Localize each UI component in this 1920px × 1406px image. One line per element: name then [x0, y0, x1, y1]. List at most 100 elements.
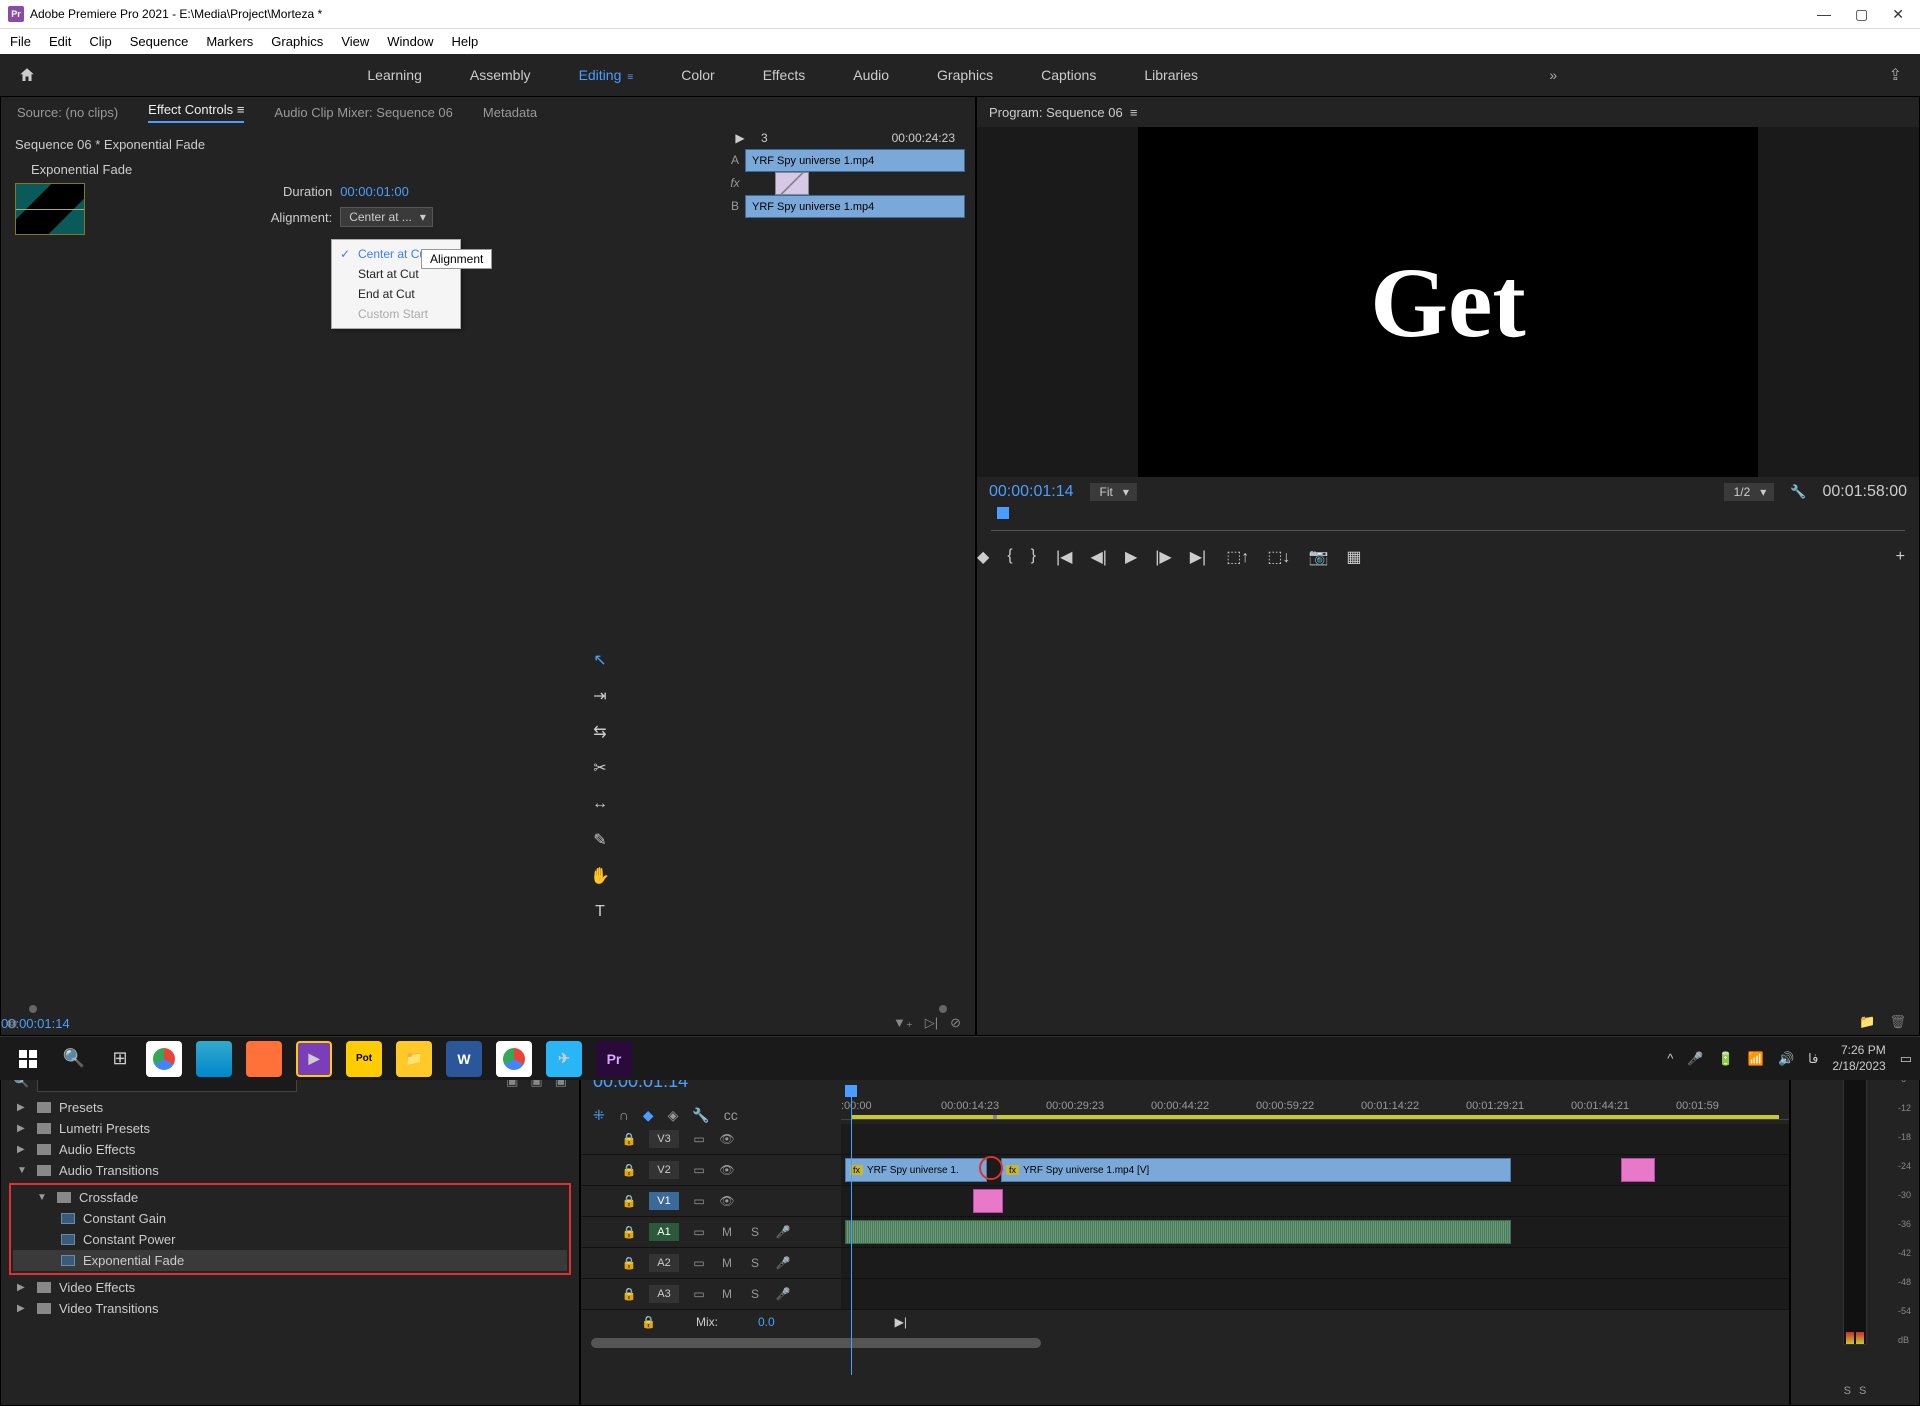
track-label-v1[interactable]: V1	[649, 1192, 679, 1210]
maximize-button[interactable]: ▢	[1855, 6, 1868, 23]
fx-constant-power[interactable]: Constant Power	[13, 1229, 567, 1250]
ripple-tool-icon[interactable]: ⇆	[588, 720, 612, 744]
minimize-button[interactable]: —	[1817, 6, 1831, 23]
step-back-icon[interactable]: ◀|	[1090, 547, 1106, 567]
bypass-icon[interactable]: ⊘	[950, 1015, 961, 1031]
tree-audio-transitions[interactable]: ▼Audio Transitions	[11, 1160, 569, 1181]
menu-window[interactable]: Window	[387, 34, 433, 49]
clip-a1[interactable]	[845, 1220, 1511, 1244]
hand-tool-icon[interactable]: ✋	[588, 864, 612, 888]
timeline-ruler[interactable]: :00:00 00:00:14:23 00:00:29:23 00:00:44:…	[841, 1098, 1789, 1120]
settings-wrench-icon[interactable]: 🔧	[692, 1107, 709, 1124]
menu-sequence[interactable]: Sequence	[130, 34, 189, 49]
goto-out-icon[interactable]: ▶|	[1190, 547, 1206, 567]
taskbar-premiere[interactable]: Pr	[596, 1041, 632, 1077]
tab-metadata[interactable]: Metadata	[483, 105, 537, 120]
eye-icon[interactable]: 👁	[719, 1194, 735, 1208]
menu-file[interactable]: File	[10, 34, 31, 49]
workspace-overflow-icon[interactable]: »	[1549, 67, 1557, 83]
tray-battery-icon[interactable]: 🔋	[1718, 1051, 1734, 1067]
taskbar-telegram[interactable]: ✈	[546, 1041, 582, 1077]
tray-mic-icon[interactable]: 🎤	[1687, 1051, 1703, 1067]
menu-markers[interactable]: Markers	[206, 34, 253, 49]
track-select-tool-icon[interactable]: ⇥	[588, 684, 612, 708]
fx-exponential-fade[interactable]: Exponential Fade	[13, 1250, 567, 1271]
taskbar-firefox[interactable]	[246, 1041, 282, 1077]
solo-icon[interactable]: S	[747, 1287, 763, 1301]
toggle-output-icon[interactable]: ▭	[691, 1256, 707, 1270]
slip-tool-icon[interactable]: ↔	[588, 792, 612, 816]
lock-icon[interactable]: 🔒	[621, 1194, 637, 1208]
program-zoom-dropdown[interactable]: 1/2	[1724, 483, 1775, 501]
menu-view[interactable]: View	[341, 34, 369, 49]
tab-effect-controls[interactable]: Effect Controls ≡	[148, 102, 244, 123]
razor-tool-icon[interactable]: ✂	[588, 756, 612, 780]
eye-icon[interactable]: 👁	[719, 1132, 735, 1146]
lock-icon[interactable]: 🔒	[621, 1132, 637, 1146]
set-in-icon[interactable]: {	[1007, 547, 1012, 567]
lock-icon[interactable]: 🔒	[641, 1315, 656, 1329]
menu-clip[interactable]: Clip	[89, 34, 111, 49]
workspace-effects[interactable]: Effects	[763, 67, 806, 83]
clip-v2-2[interactable]: fxYRF Spy universe 1.mp4 [V]	[1001, 1158, 1511, 1182]
alignment-option-end[interactable]: End at Cut	[332, 284, 460, 304]
duration-value[interactable]: 00:00:01:00	[340, 184, 409, 199]
tray-wifi-icon[interactable]: 📶	[1748, 1051, 1764, 1067]
taskbar-potplayer[interactable]: Pot	[346, 1041, 382, 1077]
workspace-menu-icon[interactable]: ≡	[627, 72, 633, 83]
workspace-libraries[interactable]: Libraries	[1144, 67, 1198, 83]
clip-v2-1[interactable]: fxYRF Spy universe 1.	[845, 1158, 987, 1182]
mini-play-icon[interactable]: ▶	[725, 131, 755, 145]
workspace-learning[interactable]: Learning	[367, 67, 422, 83]
new-bin-icon[interactable]: 📁	[1859, 1014, 1875, 1030]
workspace-graphics[interactable]: Graphics	[937, 67, 993, 83]
clip-v2-3[interactable]	[1621, 1158, 1655, 1182]
play-icon[interactable]: ▶	[1125, 547, 1137, 567]
tray-clock[interactable]: 7:26 PM 2/18/2023	[1832, 1043, 1885, 1074]
mini-transition[interactable]	[775, 172, 809, 195]
toggle-output-icon[interactable]: ▭	[691, 1225, 707, 1239]
loop-icon[interactable]: ▷|	[925, 1015, 938, 1031]
start-button[interactable]	[8, 1041, 48, 1077]
goto-end-icon[interactable]: ▶|	[895, 1315, 907, 1329]
pen-tool-icon[interactable]: ✎	[588, 828, 612, 852]
eye-icon[interactable]: 👁	[719, 1163, 735, 1177]
lock-icon[interactable]: 🔒	[621, 1225, 637, 1239]
fx-constant-gain[interactable]: Constant Gain	[13, 1208, 567, 1229]
scrollbar-handle[interactable]	[29, 1005, 37, 1013]
program-fit-dropdown[interactable]: Fit	[1090, 483, 1137, 501]
close-button[interactable]: ✕	[1892, 6, 1904, 23]
step-fwd-icon[interactable]: |▶	[1155, 547, 1171, 567]
track-label-a3[interactable]: A3	[649, 1285, 679, 1303]
voice-record-icon[interactable]: 🎤	[775, 1225, 791, 1239]
comparison-icon[interactable]: ▦	[1346, 547, 1361, 567]
export-frame-icon[interactable]: 📷	[1308, 547, 1328, 567]
lock-icon[interactable]: 🔒	[621, 1256, 637, 1270]
settings-icon[interactable]: 🔧	[1790, 484, 1806, 500]
tray-notifications-icon[interactable]: ▭	[1900, 1051, 1912, 1067]
track-label-a2[interactable]: A2	[649, 1254, 679, 1272]
share-icon[interactable]: ⇪	[1889, 65, 1902, 85]
tree-crossfade[interactable]: ▼Crossfade	[13, 1187, 567, 1208]
delete-icon[interactable]: 🗑	[1889, 1014, 1906, 1030]
taskbar-word[interactable]: W	[446, 1041, 482, 1077]
toggle-output-icon[interactable]: ▭	[691, 1163, 707, 1177]
extract-icon[interactable]: ⬚↓	[1267, 547, 1290, 567]
tree-presets[interactable]: ▶Presets	[11, 1097, 569, 1118]
search-button[interactable]: 🔍	[54, 1041, 94, 1077]
toggle-output-icon[interactable]: ▭	[691, 1132, 707, 1146]
type-tool-icon[interactable]: T	[588, 900, 612, 924]
mute-icon[interactable]: M	[719, 1287, 735, 1301]
snap-icon[interactable]: ⁜	[593, 1107, 605, 1124]
mark-in-icon[interactable]: ◆	[977, 547, 989, 567]
lock-icon[interactable]: 🔒	[621, 1163, 637, 1177]
clip-v1-1[interactable]	[973, 1189, 1003, 1213]
toggle-output-icon[interactable]: ▭	[691, 1194, 707, 1208]
workspace-captions[interactable]: Captions	[1041, 67, 1096, 83]
taskbar-chrome2[interactable]	[496, 1041, 532, 1077]
creative-cloud-icon[interactable]: ⊚	[6, 1015, 18, 1032]
track-label-v2[interactable]: V2	[649, 1161, 679, 1179]
tray-overflow-icon[interactable]: ^	[1667, 1051, 1673, 1066]
program-playhead[interactable]	[997, 507, 1009, 519]
tree-video-transitions[interactable]: ▶Video Transitions	[11, 1298, 569, 1319]
